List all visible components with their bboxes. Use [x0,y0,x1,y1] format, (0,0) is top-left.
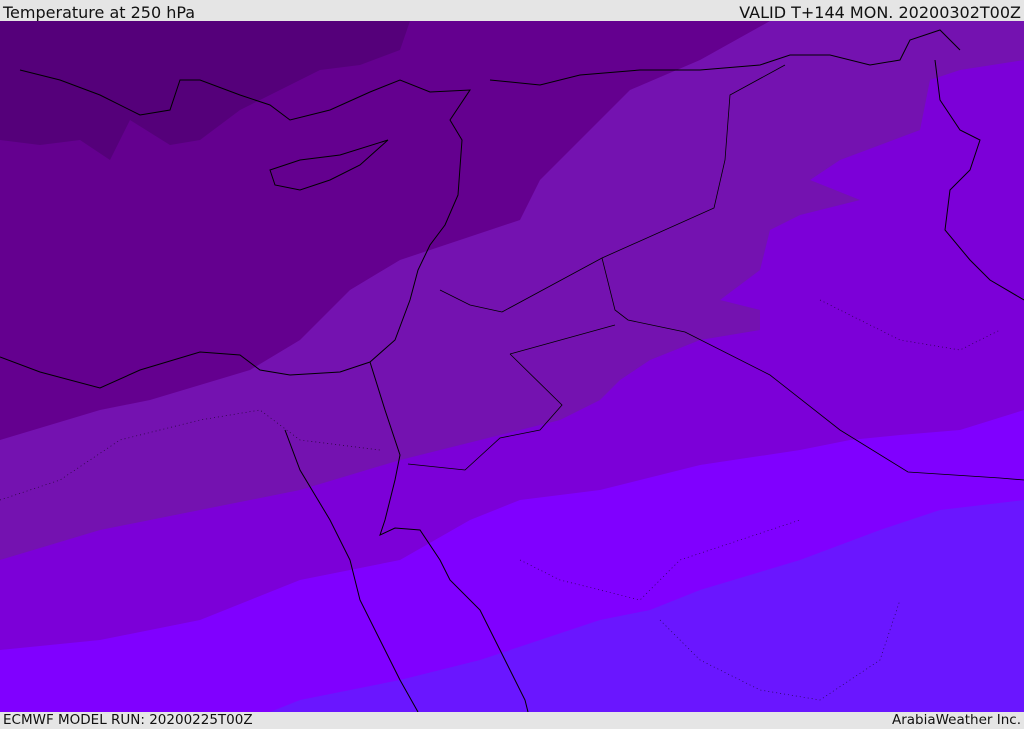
credit: ArabiaWeather Inc. [891,712,1021,728]
header-bar: Temperature at 250 hPa VALID T+144 MON. … [0,0,1024,22]
valid-time: VALID T+144 MON. 20200302T00Z [739,3,1021,22]
footer-bar: ECMWF MODEL RUN: 20200225T00Z ArabiaWeat… [0,712,1024,729]
temperature-map [0,21,1024,712]
model-run: ECMWF MODEL RUN: 20200225T00Z [3,712,253,728]
map-title: Temperature at 250 hPa [3,3,196,22]
